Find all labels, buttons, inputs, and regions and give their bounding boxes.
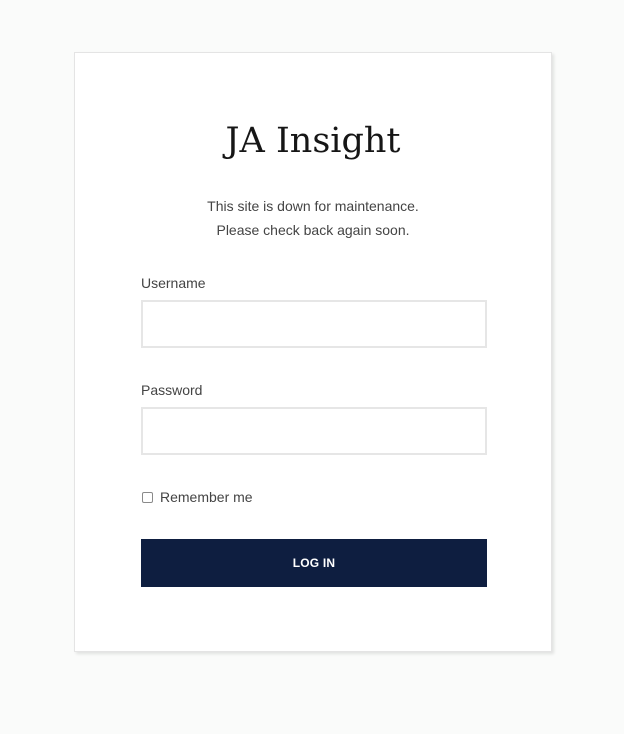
remember-me-row[interactable]: Remember me <box>142 489 253 505</box>
remember-me-label[interactable]: Remember me <box>160 489 253 505</box>
login-card: JA Insight This site is down for mainten… <box>74 52 552 652</box>
login-button[interactable]: LOG IN <box>141 539 487 587</box>
password-label: Password <box>141 382 203 398</box>
maintenance-message-line-1: This site is down for maintenance. <box>207 198 419 214</box>
username-label: Username <box>141 275 206 291</box>
remember-me-checkbox[interactable] <box>142 491 153 503</box>
maintenance-message-line-2: Please check back again soon. <box>216 222 410 238</box>
username-input[interactable] <box>141 300 487 348</box>
site-logo: JA Insight <box>225 121 401 161</box>
maintenance-message: This site is down for maintenance. Pleas… <box>75 194 551 242</box>
password-input[interactable] <box>141 407 487 455</box>
